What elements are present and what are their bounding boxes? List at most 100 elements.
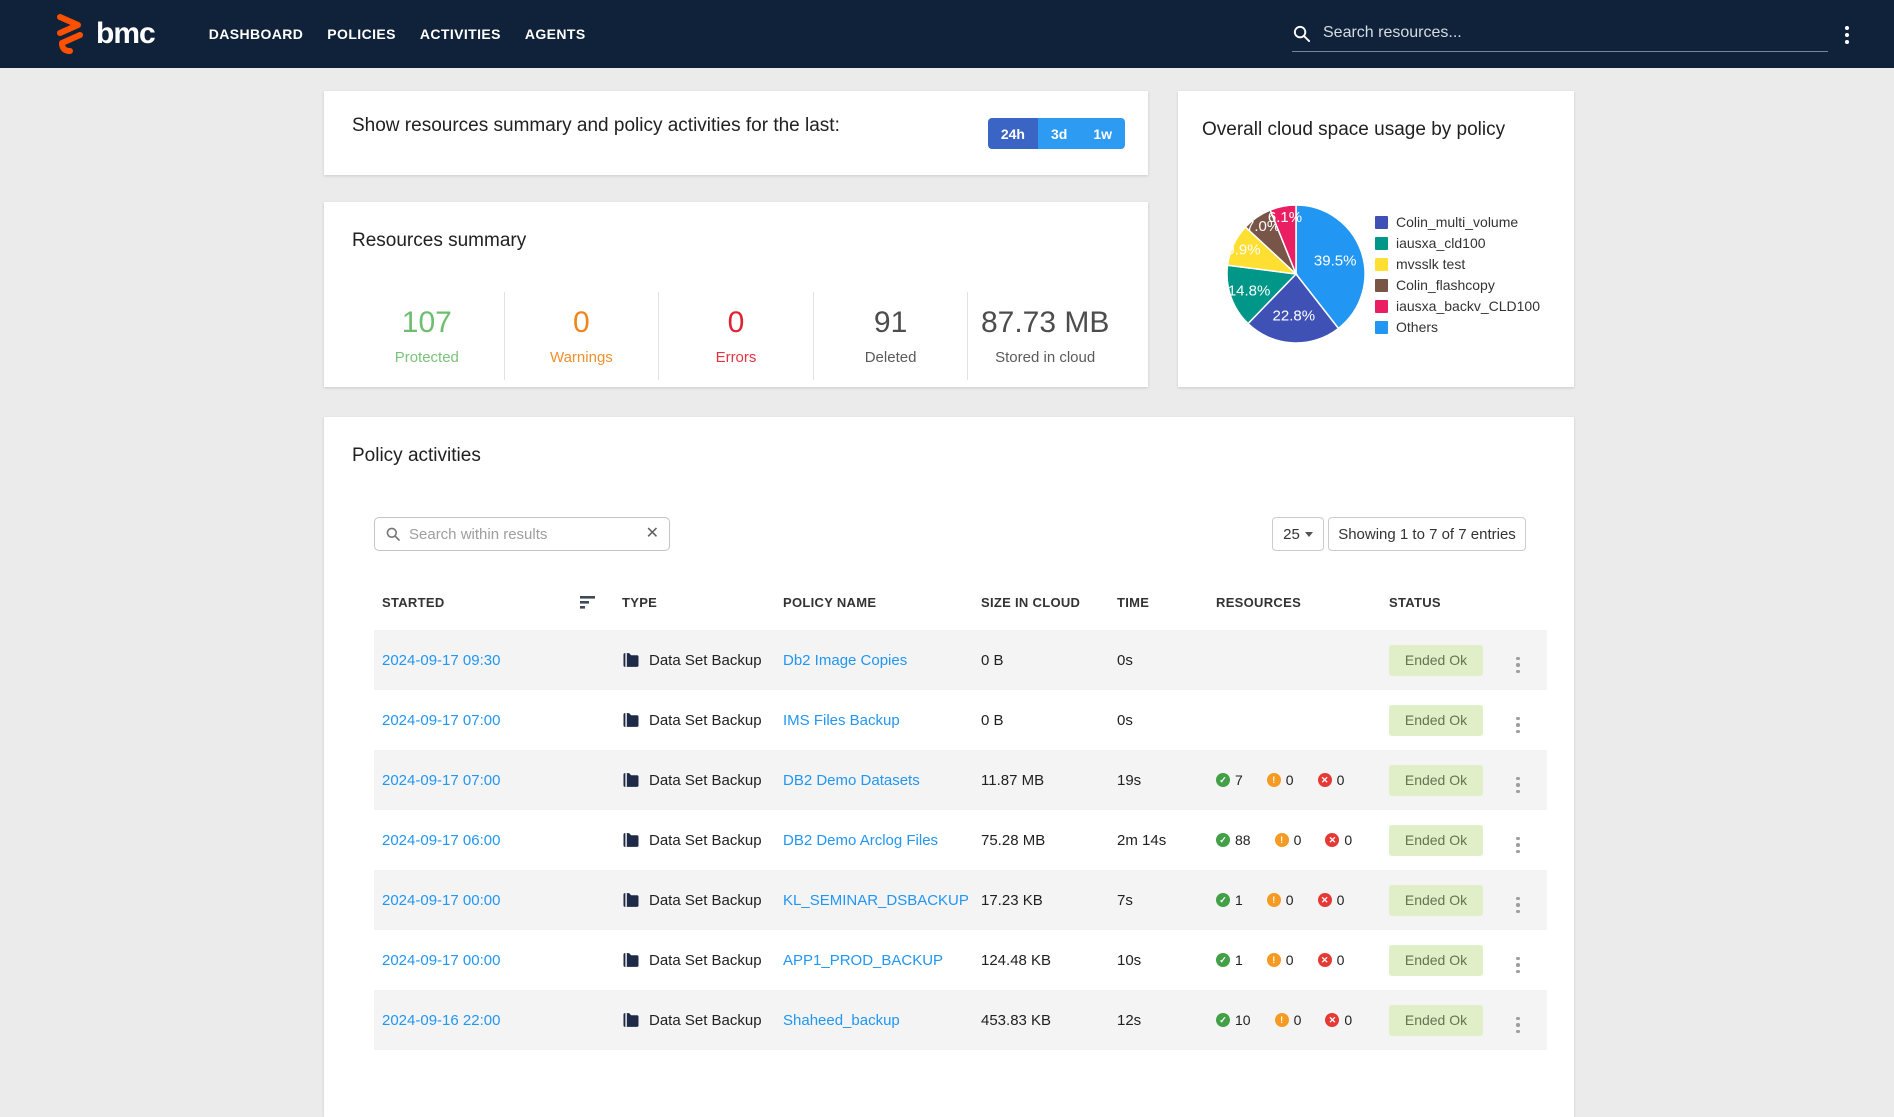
nav-item-dashboard[interactable]: DASHBOARD	[197, 0, 316, 68]
nav-item-agents[interactable]: AGENTS	[513, 0, 598, 68]
legend-item-mvsslk test[interactable]: mvsslk test	[1375, 256, 1540, 272]
stat-label: Warnings	[549, 349, 613, 366]
resource-err-count: ✕ 0	[1317, 892, 1345, 908]
legend-item-Others[interactable]: Others	[1375, 319, 1540, 335]
legend-item-iausxa_cld100[interactable]: iausxa_cld100	[1375, 235, 1540, 251]
stat-value: 0	[727, 306, 745, 339]
size-in-cloud-value: 124.48 KB	[981, 951, 1052, 969]
table-header-row: STARTED TYPE POLICY NAME SIZE IN CLOUD TIME R…	[374, 575, 1547, 630]
results-search: ✕	[374, 517, 670, 551]
range-button-3d[interactable]: 3d	[1037, 118, 1081, 149]
time-range-segmented-control: 24h 3d 1w	[987, 118, 1125, 149]
column-header-started[interactable]: STARTED	[374, 595, 622, 610]
column-header-resources[interactable]: RESOURCES	[1216, 595, 1389, 610]
stat-value: 0	[573, 306, 590, 339]
dataset-folder-icon	[623, 893, 639, 907]
legend-item-iausxa_backv_CLD100[interactable]: iausxa_backv_CLD100	[1375, 298, 1540, 314]
search-within-results-input[interactable]	[401, 525, 646, 543]
pie-slice-label: 14.8%	[1228, 282, 1271, 299]
stat-stored-in-cloud: 87.73 MB Stored in cloud	[967, 292, 1122, 380]
column-header-size-in-cloud[interactable]: SIZE IN CLOUD	[981, 595, 1117, 610]
started-link[interactable]: 2024-09-17 06:00	[374, 832, 622, 849]
policy-name-link[interactable]: KL_SEMINAR_DSBACKUP	[783, 892, 981, 909]
table-row: 2024-09-17 00:00 Data Set Backup APP1_PROD…	[374, 930, 1547, 990]
row-overflow-menu-icon[interactable]	[1516, 776, 1520, 793]
chevron-down-icon	[1304, 531, 1313, 537]
nav-item-activities[interactable]: ACTIVITIES	[408, 0, 513, 68]
warn-circle-icon: !	[1274, 1013, 1289, 1027]
column-header-time[interactable]: TIME	[1117, 595, 1216, 610]
time-value: 10s	[1117, 951, 1142, 969]
resource-warn-count: ! 0	[1266, 892, 1294, 908]
sort-icon[interactable]	[580, 596, 596, 609]
row-overflow-menu-icon[interactable]	[1516, 1016, 1520, 1033]
status-badge: Ended Ok	[1389, 824, 1483, 856]
legend-item-Colin_flashcopy[interactable]: Colin_flashcopy	[1375, 277, 1540, 293]
showing-entries-label: Showing 1 to 7 of 7 entries	[1328, 517, 1526, 551]
policy-name-link[interactable]: Shaheed_backup	[783, 1012, 981, 1029]
row-overflow-menu-icon[interactable]	[1516, 716, 1520, 733]
cloud-usage-pie-chart: 39.5%22.8%14.8%9.9%7.0%6.1%	[1226, 204, 1366, 344]
policy-name-link[interactable]: DB2 Demo Arclog Files	[783, 832, 981, 849]
policy-name-link[interactable]: Db2 Image Copies	[783, 652, 981, 669]
resource-ok-count: ✓ 7	[1216, 772, 1243, 788]
policy-name-link[interactable]: APP1_PROD_BACKUP	[783, 952, 981, 969]
range-button-24h[interactable]: 24h	[987, 118, 1038, 149]
started-link[interactable]: 2024-09-17 00:00	[374, 952, 622, 969]
legend-swatch	[1375, 215, 1388, 229]
page-size-dropdown[interactable]: 25	[1272, 517, 1324, 551]
row-actions-cell	[1516, 887, 1547, 913]
row-overflow-menu-icon[interactable]	[1516, 896, 1520, 913]
stat-deleted: 91 Deleted	[812, 292, 968, 380]
ok-circle-icon: ✓	[1216, 953, 1230, 967]
search-resources-input[interactable]	[1311, 23, 1828, 44]
row-actions-cell	[1516, 707, 1547, 733]
legend-label: Colin_flashcopy	[1396, 277, 1495, 293]
started-link[interactable]: 2024-09-17 09:30	[374, 652, 622, 669]
resource-warn-value: 0	[1293, 1012, 1302, 1028]
started-link[interactable]: 2024-09-17 07:00	[374, 772, 622, 789]
brand-logo[interactable]: bmc	[54, 13, 156, 55]
column-header-policy-name[interactable]: POLICY NAME	[783, 595, 981, 610]
row-overflow-menu-icon[interactable]	[1516, 656, 1520, 673]
pie-slice-label: 9.9%	[1226, 241, 1260, 258]
resource-warn-value: 0	[1285, 892, 1294, 908]
table-row: 2024-09-16 22:00 Data Set Backup Shaheed_b…	[374, 990, 1547, 1050]
type-label: Data Set Backup	[649, 711, 762, 729]
started-link[interactable]: 2024-09-17 07:00	[374, 712, 622, 729]
row-overflow-menu-icon[interactable]	[1516, 836, 1520, 853]
resource-warn-count: ! 0	[1274, 832, 1301, 848]
status-cell: Ended Ok	[1389, 884, 1516, 916]
resource-warn-value: 0	[1285, 952, 1294, 968]
resource-err-value: 0	[1336, 892, 1345, 908]
dataset-folder-icon	[623, 713, 639, 727]
clear-search-icon[interactable]: ✕	[646, 526, 659, 542]
dataset-folder-icon	[623, 953, 639, 967]
pie-slice-label: 6.1%	[1268, 209, 1302, 226]
legend-item-Colin_multi_volume[interactable]: Colin_multi_volume	[1375, 214, 1540, 230]
row-overflow-menu-icon[interactable]	[1516, 956, 1520, 973]
dataset-folder-icon	[623, 653, 639, 667]
legend-swatch	[1375, 320, 1388, 334]
policy-name-link[interactable]: IMS Files Backup	[783, 712, 981, 729]
column-header-status[interactable]: STATUS	[1389, 595, 1516, 610]
pie-slice-label: 39.5%	[1314, 253, 1357, 270]
navbar-overflow-menu-icon[interactable]	[1845, 26, 1849, 44]
type-label: Data Set Backup	[649, 831, 762, 849]
legend-label: Colin_multi_volume	[1396, 214, 1519, 230]
started-link[interactable]: 2024-09-17 00:00	[374, 892, 622, 909]
bmc-logo-icon	[57, 14, 83, 54]
status-badge: Ended Ok	[1389, 884, 1483, 916]
started-link[interactable]: 2024-09-16 22:00	[374, 1012, 622, 1029]
resource-err-value: 0	[1336, 952, 1345, 968]
range-button-1w[interactable]: 1w	[1080, 118, 1125, 149]
resource-ok-count: ✓ 10	[1216, 1012, 1251, 1028]
legend-label: mvsslk test	[1396, 256, 1466, 272]
column-header-type[interactable]: TYPE	[622, 595, 783, 610]
policy-name-link[interactable]: DB2 Demo Datasets	[783, 772, 981, 789]
resource-ok-count: ✓ 88	[1216, 832, 1251, 848]
stat-label: Errors	[715, 349, 757, 366]
resource-ok-value: 1	[1235, 892, 1243, 908]
policy-activities-title: Policy activities	[352, 445, 481, 466]
nav-item-policies[interactable]: POLICIES	[315, 0, 408, 68]
